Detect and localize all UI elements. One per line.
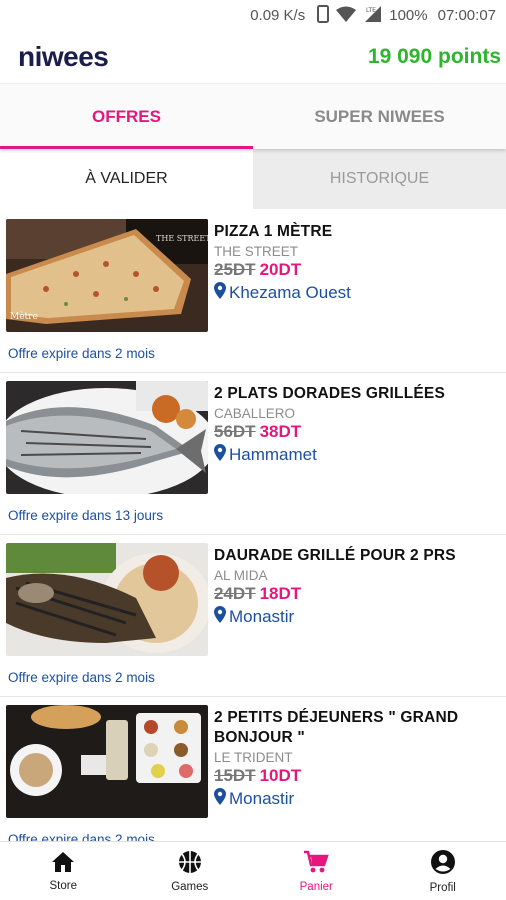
location-name: Monastir <box>229 607 295 626</box>
location-pin-icon <box>214 788 226 810</box>
offer-location[interactable]: Monastir <box>214 606 456 628</box>
cart-icon <box>303 850 329 877</box>
offer-prices: 24DT 18DT <box>214 584 456 604</box>
nav-panier-label: Panier <box>299 880 333 893</box>
status-bar: 0.09 K/s LTE 100% 07:00:07 <box>0 0 506 31</box>
clock: 07:00:07 <box>437 7 496 24</box>
app-logo: niwees <box>18 41 109 72</box>
location-name: Monastir <box>229 789 295 808</box>
nav-panier[interactable]: Panier <box>253 842 380 900</box>
offer-merchant: AL MIDA <box>214 568 268 583</box>
location-name: Khezama Ouest <box>229 283 351 302</box>
signal-icon: LTE <box>363 5 383 27</box>
wifi-icon <box>335 6 357 26</box>
offer-title: 2 PLATS DORADES GRILLÉES <box>214 385 446 402</box>
home-icon <box>51 851 75 876</box>
network-speed: 0.09 K/s <box>250 7 306 24</box>
offer-prices: 56DT 38DT <box>214 422 445 442</box>
offer-image-dorade <box>6 381 208 494</box>
nav-profil[interactable]: Profil <box>380 842 506 900</box>
nav-profil-label: Profil <box>429 881 456 894</box>
offer-card[interactable]: THE STREET Mètre PIZZA 1 MÈTRE THE STREE… <box>0 211 506 373</box>
account-circle-icon <box>430 849 456 878</box>
offer-card[interactable]: 2 PETITS DÉJEUNERS " GRAND BONJOUR " LE … <box>0 697 506 841</box>
tab-offres[interactable]: OFFRES <box>0 84 253 149</box>
location-name: Hammamet <box>229 445 317 464</box>
offer-list: THE STREET Mètre PIZZA 1 MÈTRE THE STREE… <box>0 211 506 841</box>
offer-title: PIZZA 1 MÈTRE <box>214 223 333 240</box>
tab-historique[interactable]: HISTORIQUE <box>253 149 506 209</box>
image-sign-text: THE STREET <box>156 234 208 243</box>
old-price: 25DT <box>214 260 256 279</box>
new-price: 20DT <box>259 260 302 279</box>
new-price: 38DT <box>259 422 302 441</box>
offer-expiry: Offre expire dans 2 mois <box>8 670 155 685</box>
points-balance[interactable]: 19 090 points <box>368 45 501 69</box>
new-price: 18DT <box>259 584 302 603</box>
offer-merchant: CABALLERO <box>214 406 296 421</box>
old-price: 15DT <box>214 766 256 785</box>
offer-location[interactable]: Khezama Ouest <box>214 282 351 304</box>
basketball-icon <box>178 850 202 877</box>
old-price: 56DT <box>214 422 256 441</box>
nav-games-label: Games <box>171 880 209 893</box>
nav-games[interactable]: Games <box>127 842 254 900</box>
app-header: niwees 19 090 points <box>0 31 506 83</box>
sub-tabs: À VALIDER HISTORIQUE <box>0 149 506 209</box>
offer-image-daurade <box>6 543 208 656</box>
offer-merchant: THE STREET <box>214 244 299 259</box>
offer-image-pizza: THE STREET Mètre <box>6 219 208 332</box>
offer-location[interactable]: Monastir <box>214 788 506 810</box>
location-pin-icon <box>214 282 226 304</box>
offer-expiry: Offre expire dans 2 mois <box>8 346 155 361</box>
offer-title: 2 PETITS DÉJEUNERS " GRAND BONJOUR " <box>214 709 459 746</box>
bottom-navigation: Store Games Panier Profil <box>0 841 506 900</box>
phone-icon <box>317 4 330 27</box>
offer-card[interactable]: 2 PLATS DORADES GRILLÉES CABALLERO 56DT 3… <box>0 373 506 535</box>
new-price: 10DT <box>259 766 302 785</box>
image-caption: Mètre <box>10 312 38 322</box>
offer-location[interactable]: Hammamet <box>214 444 445 466</box>
offer-expiry: Offre expire dans 13 jours <box>8 508 164 523</box>
tab-a-valider[interactable]: À VALIDER <box>0 149 253 209</box>
offer-image-breakfast <box>6 705 208 818</box>
old-price: 24DT <box>214 584 256 603</box>
offer-card[interactable]: DAURADE GRILLÉ POUR 2 PRS AL MIDA 24DT 18… <box>0 535 506 697</box>
nav-store-label: Store <box>49 879 78 892</box>
tab-super-niwees[interactable]: SUPER NIWEES <box>253 84 506 149</box>
offer-expiry: Offre expire dans 2 mois <box>8 832 155 841</box>
main-tabs: OFFRES SUPER NIWEES <box>0 83 506 149</box>
battery-level: 100% <box>389 7 428 24</box>
location-pin-icon <box>214 444 226 466</box>
nav-store[interactable]: Store <box>0 842 127 900</box>
offer-title: DAURADE GRILLÉ POUR 2 PRS <box>214 547 456 564</box>
location-pin-icon <box>214 606 226 628</box>
network-type: LTE <box>366 7 376 14</box>
offer-prices: 25DT 20DT <box>214 260 351 280</box>
offer-merchant: LE TRIDENT <box>214 750 293 765</box>
offer-prices: 15DT 10DT <box>214 766 506 786</box>
